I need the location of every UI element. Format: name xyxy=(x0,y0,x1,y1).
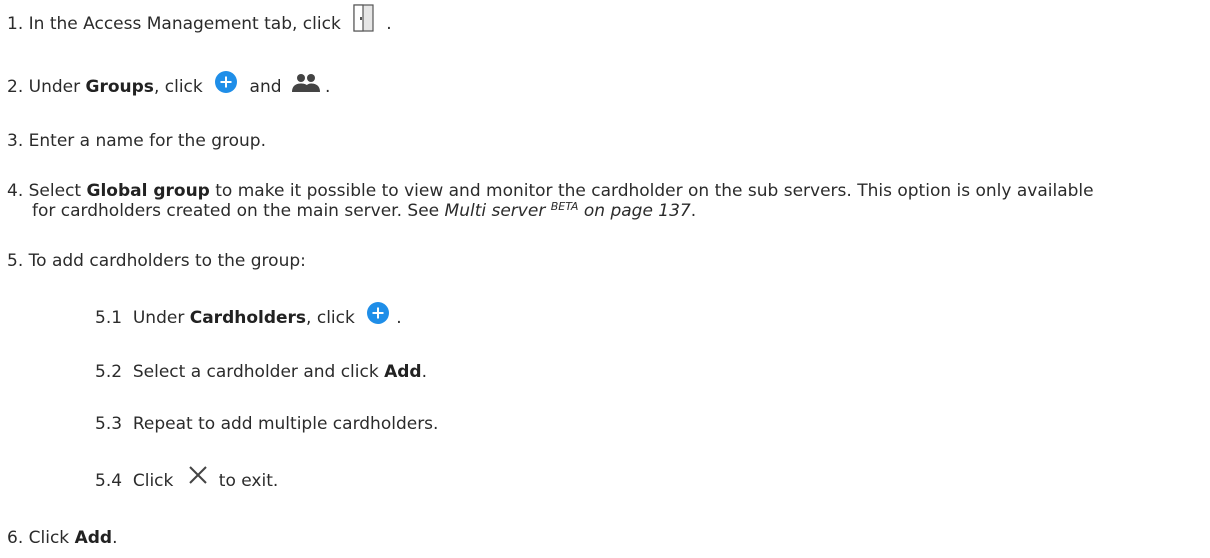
step-3: 3. Enter a name for the group. xyxy=(7,130,266,152)
step-text: and xyxy=(249,77,282,97)
plus-circle-icon[interactable] xyxy=(366,301,390,325)
add-label: Add xyxy=(384,362,422,382)
step-text: , click xyxy=(153,77,203,97)
step-text: Select xyxy=(28,181,82,201)
step-text-end: . xyxy=(421,362,427,382)
step-text: to exit. xyxy=(218,471,279,491)
cardholders-label: Cardholders xyxy=(189,308,307,328)
step-text: to make it possible to view and monitor … xyxy=(215,181,1094,201)
groups-label: Groups xyxy=(85,77,154,97)
step-4-line-2: for cardholders created on the main serv… xyxy=(32,200,696,222)
step-text: In the Access Management tab, click xyxy=(28,14,341,34)
step-text-end: . xyxy=(386,14,392,34)
step-text: Enter a name for the group. xyxy=(28,131,266,151)
beta-superscript: BETA xyxy=(550,200,579,213)
door-icon[interactable] xyxy=(352,4,376,32)
step-text-end: . xyxy=(324,77,331,97)
global-group-label: Global group xyxy=(86,181,210,201)
step-text: Select a cardholder and click xyxy=(132,362,379,382)
step-number: 1. xyxy=(7,14,24,34)
step-text-end: . xyxy=(690,201,697,221)
step-text-end: . xyxy=(396,308,402,328)
multi-server-link[interactable]: Multi server BETA on page 137 xyxy=(444,200,691,221)
close-icon[interactable] xyxy=(187,464,209,486)
step-5-3: 5.3 Repeat to add multiple cardholders. xyxy=(95,413,438,435)
step-number: 5.3 xyxy=(95,414,123,434)
step-4: 4. Select Global group to make it possib… xyxy=(7,180,1094,202)
step-5-1: 5.1 Under Cardholders, click . xyxy=(95,302,402,330)
step-number: 6. xyxy=(7,528,24,548)
step-1: 1. In the Access Management tab, click . xyxy=(7,4,392,38)
step-number: 5. xyxy=(7,251,24,271)
step-number: 3. xyxy=(7,131,24,151)
step-6: 6. Click Add. xyxy=(7,527,117,549)
step-number: 2. xyxy=(7,77,24,97)
step-text: Click xyxy=(28,528,70,548)
step-2: 2. Under Groups, click and . xyxy=(7,71,331,99)
step-number: 5.1 xyxy=(95,308,123,328)
step-5: 5. To add cardholders to the group: xyxy=(7,250,306,272)
step-text: for cardholders created on the main serv… xyxy=(32,201,440,221)
step-5-2: 5.2 Select a cardholder and click Add. xyxy=(95,361,427,383)
step-text: Click xyxy=(132,471,174,491)
step-number: 5.2 xyxy=(95,362,123,382)
step-text: Under xyxy=(132,308,185,328)
link-text: Multi server xyxy=(444,201,546,221)
step-text: Repeat to add multiple cardholders. xyxy=(132,414,439,434)
step-text: , click xyxy=(306,308,355,328)
people-icon[interactable] xyxy=(291,73,321,93)
step-number: 4. xyxy=(7,181,24,201)
link-page: on page 137 xyxy=(583,201,691,221)
add-label: Add xyxy=(74,528,113,548)
step-text: Under xyxy=(28,77,81,97)
step-number: 5.4 xyxy=(95,471,123,491)
step-text: To add cardholders to the group: xyxy=(28,251,306,271)
plus-circle-icon[interactable] xyxy=(214,70,238,94)
step-text-end: . xyxy=(112,528,118,548)
step-5-4: 5.4 Click to exit. xyxy=(95,466,279,492)
